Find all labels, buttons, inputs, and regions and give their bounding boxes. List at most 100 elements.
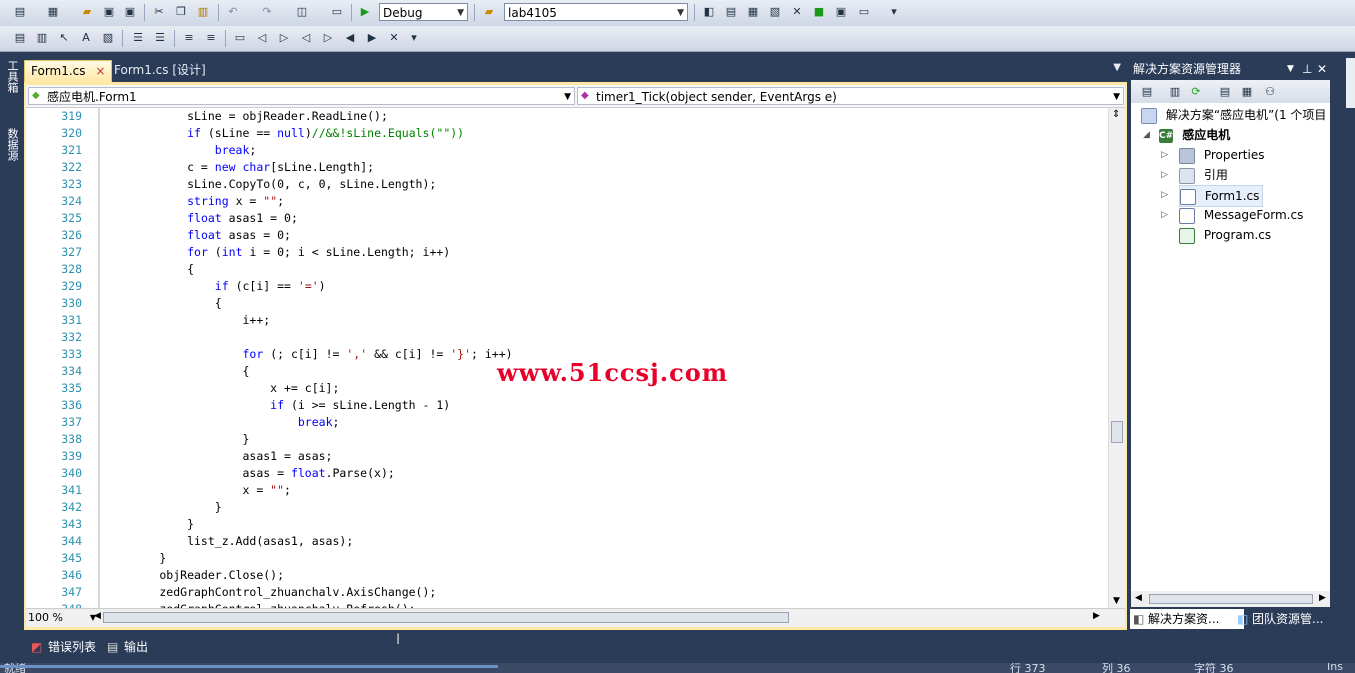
code-line[interactable]: 341 x = ""; <box>26 482 1108 499</box>
open-file-icon[interactable]: ▰ <box>79 4 95 20</box>
undo-icon[interactable]: ↶ <box>225 4 241 20</box>
toolbar-options-icon[interactable]: ▾ <box>406 30 422 46</box>
code-line[interactable]: 324 string x = ""; <box>26 193 1108 210</box>
command-window-icon[interactable]: ▭ <box>856 4 872 20</box>
toggle-bookmark-icon[interactable]: ▭ <box>232 30 248 46</box>
find-combo[interactable]: lab4105 ▼ <box>504 3 688 21</box>
properties-window-icon[interactable]: ▤ <box>723 4 739 20</box>
code-line[interactable]: 325 float asas1 = 0; <box>26 210 1108 227</box>
find-in-files-icon[interactable]: ▰ <box>481 4 497 20</box>
code-line[interactable]: 323 sLine.CopyTo(0, c, 0, sLine.Length); <box>26 176 1108 193</box>
toolbox-icon[interactable]: ▧ <box>767 4 783 20</box>
toolbar-options-icon[interactable]: ▾ <box>886 4 902 20</box>
save-all-icon[interactable]: ▣ <box>122 4 138 20</box>
code-line[interactable]: 319 sLine = objReader.ReadLine(); <box>26 108 1108 125</box>
close-icon[interactable]: × <box>95 64 105 78</box>
tree-item-messageform[interactable]: MessageForm.cs <box>1179 205 1303 225</box>
scroll-down-icon[interactable]: ▼ <box>1113 596 1120 606</box>
tree-item-form1[interactable]: Form1.cs <box>1179 185 1264 207</box>
code-line[interactable]: 347 zedGraphControl_zhuanchalv.AxisChang… <box>26 584 1108 601</box>
view-class-diagram-icon[interactable]: ⚇ <box>1262 84 1278 100</box>
vertical-scroll-thumb[interactable] <box>1111 421 1123 443</box>
code-line[interactable]: 338 } <box>26 431 1108 448</box>
navigate-back-icon[interactable]: ◫ <box>294 4 310 20</box>
collapsed-arrow-icon[interactable]: ▷ <box>1161 190 1168 200</box>
pin-icon[interactable]: ⊥ <box>1302 58 1312 80</box>
vertical-scrollbar[interactable]: ⇕ ▼ <box>1108 108 1126 608</box>
navigate-forward-icon[interactable]: ▭ <box>329 4 345 20</box>
increase-indent-icon[interactable]: ☰ <box>152 30 168 46</box>
scroll-right-icon[interactable]: ▶ <box>1093 611 1100 621</box>
new-project-icon[interactable]: ▤ <box>12 4 28 20</box>
previous-bookmark-icon[interactable]: ◁ <box>254 30 270 46</box>
code-line[interactable]: 339 asas1 = asas; <box>26 448 1108 465</box>
code-line[interactable]: 346 objReader.Close(); <box>26 567 1108 584</box>
tab-solution-explorer[interactable]: ◧ 解决方案资... <box>1130 609 1244 629</box>
code-line[interactable]: 337 break; <box>26 414 1108 431</box>
code-line[interactable]: 344 list_z.Add(asas1, asas); <box>26 533 1108 550</box>
next-bookmark-icon[interactable]: ▷ <box>276 30 292 46</box>
collapsed-arrow-icon[interactable]: ▷ <box>1161 170 1168 180</box>
datasource-tab[interactable]: 数据源 <box>2 128 20 161</box>
close-icon[interactable]: ✕ <box>1317 58 1327 80</box>
collapsed-arrow-icon[interactable]: ▷ <box>1161 210 1168 220</box>
code-line[interactable]: 321 break; <box>26 142 1108 159</box>
code-line[interactable]: 330 { <box>26 295 1108 312</box>
code-line[interactable]: 327 for (int i = 0; i < sLine.Length; i+… <box>26 244 1108 261</box>
comment-out-icon[interactable]: ≡ <box>181 30 197 46</box>
properties-icon[interactable]: ▤ <box>1139 84 1155 100</box>
solution-explorer-hscroll[interactable]: ◀ ▶ <box>1131 591 1330 607</box>
previous-bookmark-in-document-icon[interactable]: ◀ <box>342 30 358 46</box>
tab-team-explorer[interactable]: ◧ 团队资源管... <box>1234 609 1348 629</box>
solution-explorer-icon[interactable]: ◧ <box>701 4 717 20</box>
code-line[interactable]: 326 float asas = 0; <box>26 227 1108 244</box>
zoom-combo[interactable]: 100 % ▼ <box>28 610 98 625</box>
code-line[interactable]: 320 if (sLine == null)//&&!sLine.Equals(… <box>26 125 1108 142</box>
display-object-member-list-icon[interactable]: ▤ <box>12 30 28 46</box>
solution-configuration-combo[interactable]: Debug ▼ <box>379 3 468 21</box>
display-quick-info-icon[interactable]: ↖ <box>56 30 72 46</box>
types-combo[interactable]: ◆ 感应电机.Form1 ▼ <box>28 87 575 105</box>
chevron-down-icon[interactable]: ▼ <box>1113 62 1121 73</box>
code-line[interactable]: 340 asas = float.Parse(x); <box>26 465 1108 482</box>
code-line[interactable]: 332 <box>26 329 1108 346</box>
tree-item-project[interactable]: C# 感应电机 <box>1159 125 1230 145</box>
decrease-indent-icon[interactable]: ☰ <box>130 30 146 46</box>
code-line[interactable]: 329 if (c[i] == '=') <box>26 278 1108 295</box>
redo-icon[interactable]: ↷ <box>259 4 275 20</box>
scroll-right-icon[interactable]: ▶ <box>1319 593 1326 603</box>
collapsed-arrow-icon[interactable]: ▷ <box>1161 150 1168 160</box>
tab-form1-cs[interactable]: Form1.cs × <box>24 60 113 82</box>
chevron-down-icon[interactable]: ▼ <box>1287 58 1294 80</box>
toolbox-tab[interactable]: 工具箱 <box>2 60 20 93</box>
start-debugging-icon[interactable]: ▶ <box>357 4 373 20</box>
previous-bookmark-in-folder-icon[interactable]: ◁ <box>298 30 314 46</box>
tab-output[interactable]: ▤ 输出 <box>104 636 148 658</box>
code-line[interactable]: 345 } <box>26 550 1108 567</box>
display-parameter-info-icon[interactable]: ▥ <box>34 30 50 46</box>
split-handle-icon[interactable]: ⇕ <box>1112 109 1120 120</box>
code-line[interactable]: 328 { <box>26 261 1108 278</box>
code-line[interactable]: 331 i++; <box>26 312 1108 329</box>
tab-form1-design[interactable]: Form1.cs [设计] <box>108 60 212 81</box>
expanded-arrow-icon[interactable]: ◢ <box>1143 130 1150 140</box>
members-combo[interactable]: ◆ timer1_Tick(object sender, EventArgs e… <box>577 87 1124 105</box>
refresh-icon[interactable]: ⟳ <box>1188 84 1204 100</box>
next-bookmark-in-folder-icon[interactable]: ▷ <box>320 30 336 46</box>
code-line[interactable]: 343 } <box>26 516 1108 533</box>
tree-item-program[interactable]: Program.cs <box>1179 225 1271 245</box>
show-all-files-icon[interactable]: ▥ <box>1167 84 1183 100</box>
uncomment-icon[interactable]: ≡ <box>203 30 219 46</box>
scroll-left-icon[interactable]: ◀ <box>1135 593 1142 603</box>
extension-manager-icon[interactable]: ▣ <box>833 4 849 20</box>
code-line[interactable]: 336 if (i >= sLine.Length - 1) <box>26 397 1108 414</box>
toggle-bookmark-list-icon[interactable]: ▧ <box>100 30 116 46</box>
view-code-icon[interactable]: ▤ <box>1217 84 1233 100</box>
add-item-icon[interactable]: ▦ <box>45 4 61 20</box>
paste-icon[interactable]: ▥ <box>195 4 211 20</box>
copy-icon[interactable]: ❐ <box>173 4 189 20</box>
save-icon[interactable]: ▣ <box>101 4 117 20</box>
view-designer-icon[interactable]: ▦ <box>1239 84 1255 100</box>
right-side-tab[interactable] <box>1346 58 1355 108</box>
tree-item-references[interactable]: 引用 <box>1179 165 1228 185</box>
